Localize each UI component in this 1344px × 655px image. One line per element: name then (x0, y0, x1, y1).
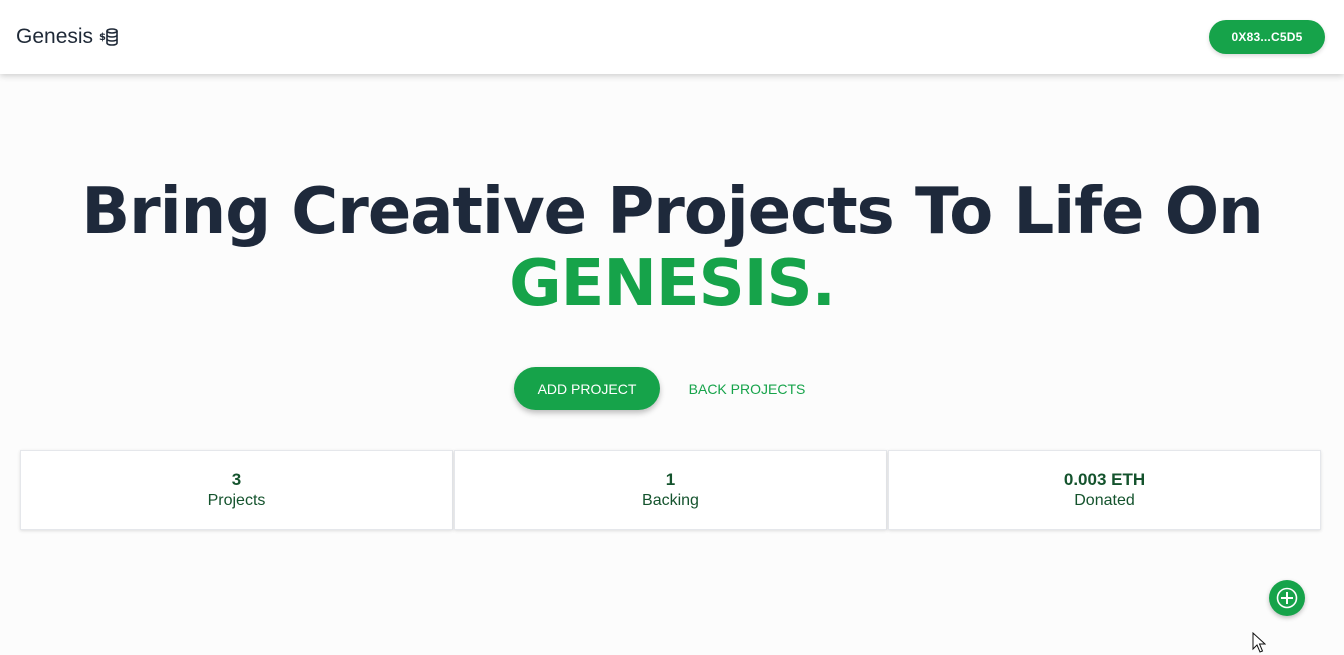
back-projects-button[interactable]: BACK PROJECTS (678, 367, 816, 410)
stat-value: 0.003 ETH (1063, 470, 1146, 489)
top-navbar: Genesis $ 0X83...C5D5 (0, 0, 1344, 74)
stat-backing: 1 Backing (454, 450, 887, 530)
stat-value: 3 (231, 470, 242, 489)
brand-logo[interactable]: Genesis $ (16, 22, 119, 52)
add-floating-button[interactable] (1269, 580, 1305, 616)
stat-value: 1 (665, 470, 676, 489)
stat-label: Backing (642, 492, 699, 509)
brand-name: Genesis (16, 25, 94, 48)
hero-actions: ADD PROJECT BACK PROJECTS (0, 367, 1344, 410)
wallet-address-button[interactable]: 0X83...C5D5 (1209, 20, 1325, 54)
hero-title-brand: GENESIS. (509, 247, 836, 321)
stat-projects: 3 Projects (20, 450, 453, 530)
stat-label: Donated (1074, 492, 1135, 509)
stats-bar: 3 Projects 1 Backing 0.003 ETH Donated (20, 450, 1321, 530)
stat-donated: 0.003 ETH Donated (888, 450, 1321, 530)
add-project-button[interactable]: ADD PROJECT (514, 367, 660, 410)
money-stack-icon: $ (99, 27, 119, 47)
hero-title-line1: Bring Creative Projects To Life On (81, 175, 1263, 249)
svg-text:$: $ (99, 32, 106, 43)
plus-icon (1276, 587, 1298, 609)
stat-label: Projects (207, 492, 266, 509)
hero-title: Bring Creative Projects To Life On GENES… (0, 176, 1344, 320)
mouse-pointer-icon (1252, 632, 1266, 653)
